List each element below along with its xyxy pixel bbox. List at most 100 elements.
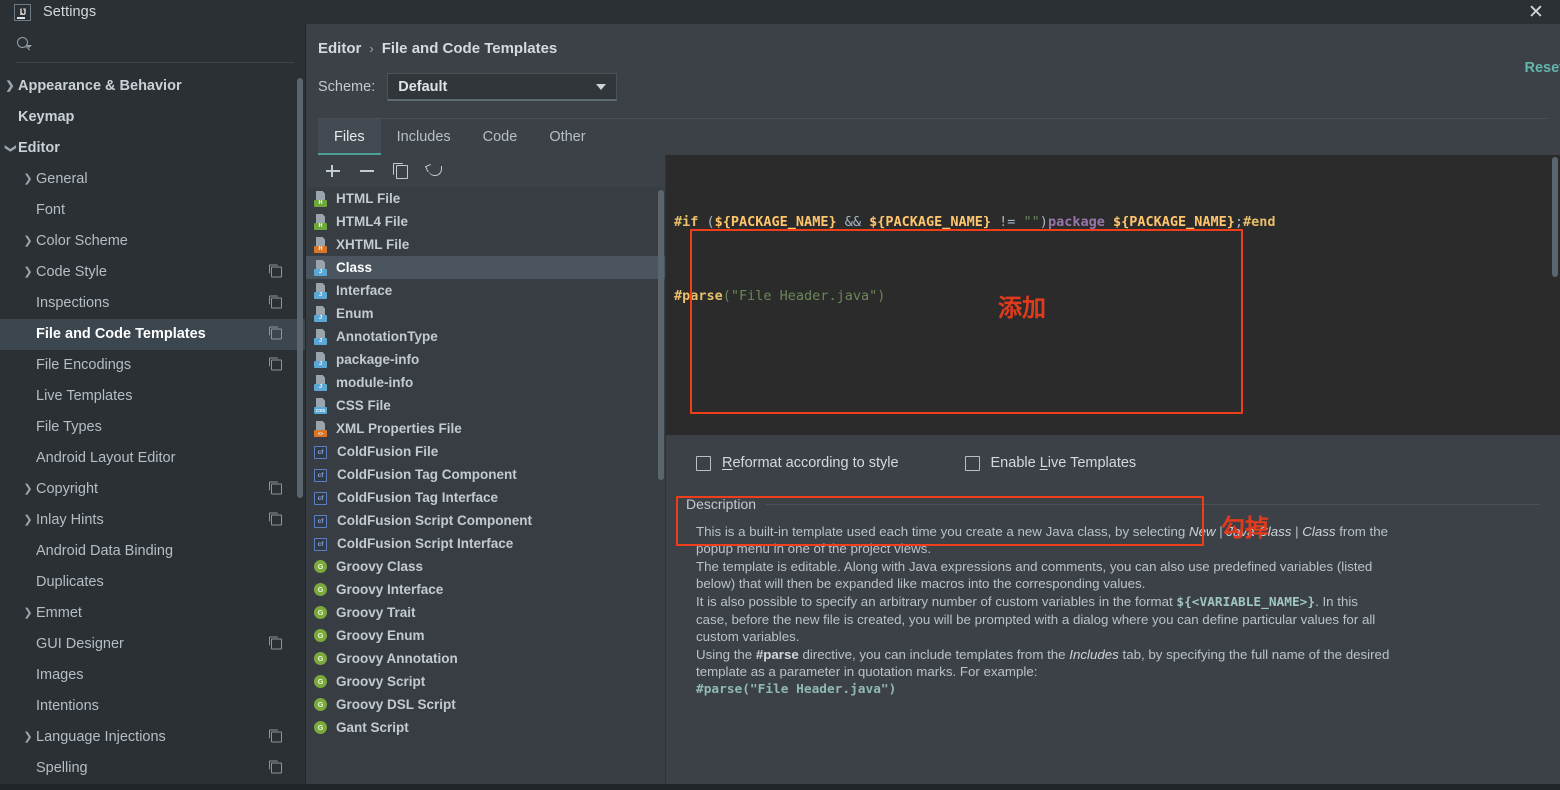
copy-settings-icon (269, 760, 282, 774)
template-list-item[interactable]: <> XML Properties File (306, 417, 666, 440)
template-list-item[interactable]: cf ColdFusion Script Interface (306, 532, 666, 555)
sidebar-item-copyright[interactable]: ❯ Copyright (0, 474, 306, 505)
copy-settings-icon (269, 326, 282, 340)
sidebar-item-intentions[interactable]: Intentions (0, 691, 306, 722)
minus-icon[interactable] (358, 162, 376, 180)
template-list-item[interactable]: cf ColdFusion Tag Interface (306, 486, 666, 509)
sidebar-item-images[interactable]: Images (0, 660, 306, 691)
sidebar-item-android-layout-editor[interactable]: Android Layout Editor (0, 443, 306, 474)
chevron-right-icon[interactable]: ❯ (20, 514, 36, 526)
sidebar-item-font[interactable]: Font (0, 195, 306, 226)
sidebar-item-label: Font (36, 202, 66, 219)
sidebar-item-duplicates[interactable]: Duplicates (0, 567, 306, 598)
tab-includes[interactable]: Includes (381, 119, 467, 155)
reset-link[interactable]: Reset (1525, 60, 1560, 76)
live-templates-checkbox[interactable] (964, 455, 980, 471)
sidebar-item-file-types[interactable]: File Types (0, 412, 306, 443)
sidebar-item-code-style[interactable]: ❯ Code Style (0, 257, 306, 288)
template-list-item[interactable]: G Groovy Annotation (306, 647, 666, 670)
plus-icon[interactable] (324, 162, 342, 180)
copy-icon[interactable] (392, 162, 410, 180)
template-list-item[interactable]: J Interface (306, 279, 666, 302)
icon-badge: cf (314, 468, 327, 482)
template-list-item[interactable]: J Enum (306, 302, 666, 325)
template-list-item[interactable]: G Groovy Trait (306, 601, 666, 624)
sidebar-item-editor[interactable]: ❯ Editor (0, 133, 306, 164)
settings-sidebar: ❯ Appearance & Behavior Keymap ❯ Editor ❯ Gene… (0, 24, 306, 790)
sidebar-item-spelling[interactable]: Spelling (0, 753, 306, 784)
sidebar-item-gui-designer[interactable]: GUI Designer (0, 629, 306, 660)
breadcrumb-parent[interactable]: Editor (318, 40, 361, 57)
sidebar-item-keymap[interactable]: Keymap (0, 102, 306, 133)
tab-files[interactable]: Files (318, 119, 381, 155)
sidebar-item-android-data-binding[interactable]: Android Data Binding (0, 536, 306, 567)
template-list-item[interactable]: cf ColdFusion Script Component (306, 509, 666, 532)
template-list-item[interactable]: cf ColdFusion File (306, 440, 666, 463)
template-list-item[interactable]: G Groovy Script (306, 670, 666, 693)
template-list-item[interactable]: H HTML4 File (306, 210, 666, 233)
template-list-item[interactable]: H HTML File (306, 187, 666, 210)
template-options-row: Reformat according to style Enable Live … (666, 435, 1560, 491)
template-list-item[interactable]: J Class (306, 256, 666, 279)
sidebar-item-file-encodings[interactable]: File Encodings (0, 350, 306, 381)
reformat-checkbox-row[interactable]: Reformat according to style (696, 455, 899, 471)
template-code-editor[interactable]: #if (${PACKAGE_NAME} && ${PACKAGE_NAME} … (666, 155, 1560, 435)
chevron-down-icon (26, 45, 32, 48)
chevron-right-icon[interactable]: ❯ (20, 607, 36, 619)
template-list-item[interactable]: G Groovy Interface (306, 578, 666, 601)
tab-code[interactable]: Code (467, 119, 534, 155)
groovy-file-icon: G (314, 628, 329, 644)
template-list-item[interactable]: J AnnotationType (306, 325, 666, 348)
icon-badge: H (314, 222, 327, 230)
template-item-label: package-info (336, 352, 420, 367)
template-item-label: HTML4 File (336, 214, 409, 229)
sidebar-item-general[interactable]: ❯ General (0, 164, 306, 195)
template-list-item[interactable]: G Groovy Enum (306, 624, 666, 647)
sidebar-item-label: GUI Designer (36, 636, 124, 653)
copy-settings-icon (269, 295, 282, 309)
chevron-right-icon[interactable]: ❯ (20, 266, 36, 278)
template-list-item[interactable]: G Groovy DSL Script (306, 693, 666, 716)
sidebar-item-live-templates[interactable]: Live Templates (0, 381, 306, 412)
chevron-right-icon[interactable]: ❯ (20, 483, 36, 495)
reformat-checkbox[interactable] (696, 455, 711, 471)
chevron-right-icon[interactable]: ❯ (20, 173, 36, 185)
template-list-item[interactable]: G Groovy Class (306, 555, 666, 578)
coldfusion-file-icon: cf (314, 468, 329, 482)
template-list-item[interactable]: H XHTML File (306, 233, 666, 256)
tab-other[interactable]: Other (533, 119, 601, 155)
close-icon[interactable]: ✕ (1526, 3, 1546, 23)
code-scrollbar[interactable] (1552, 157, 1558, 277)
description-line-4: below) that will then be expanded like m… (696, 576, 1146, 592)
description-line-8: Using the #parse directive, you can incl… (696, 646, 1390, 662)
scheme-dropdown[interactable]: Default (387, 73, 618, 101)
template-item-label: AnnotationType (336, 329, 438, 344)
template-list-item[interactable]: Jmodule-info (306, 371, 666, 394)
chevron-down-icon[interactable]: ❯ (5, 140, 17, 156)
icon-badge: J (314, 291, 327, 299)
sidebar-item-inspections[interactable]: Inspections (0, 288, 306, 319)
sidebar-item-inlay-hints[interactable]: ❯ Inlay Hints (0, 505, 306, 536)
icon-badge: G (314, 675, 327, 688)
undo-icon[interactable] (426, 162, 444, 180)
template-list-item[interactable]: Jpackage-info (306, 348, 666, 371)
sidebar-item-file-and-code-templates[interactable]: File and Code Templates (0, 318, 306, 350)
sidebar-item-emmet[interactable]: ❯ Emmet (0, 598, 306, 629)
sidebar-item-appearance-behavior[interactable]: ❯ Appearance & Behavior (0, 71, 306, 102)
chevron-right-icon[interactable]: ❯ (20, 731, 36, 743)
live-templates-checkbox-row[interactable]: Enable Live Templates (964, 455, 1136, 471)
sidebar-scrollbar[interactable] (297, 78, 303, 498)
sidebar-item-language-injections[interactable]: ❯ Language Injections (0, 722, 306, 753)
xml-file-icon: <> (314, 421, 329, 437)
chevron-right-icon[interactable]: ❯ (2, 80, 18, 92)
template-list-scrollbar[interactable] (658, 190, 664, 480)
sidebar-item-color-scheme[interactable]: ❯ Color Scheme (0, 226, 306, 257)
sidebar-item-label: Spelling (36, 760, 88, 777)
settings-main-panel: Editor › File and Code Templates Reset S… (306, 24, 1560, 790)
icon-badge: <> (314, 429, 327, 437)
template-list-item[interactable]: CSS CSS File (306, 394, 666, 417)
template-list-item[interactable]: G Gant Script (306, 716, 666, 739)
chevron-right-icon[interactable]: ❯ (20, 235, 36, 247)
settings-search-row[interactable] (0, 24, 306, 65)
template-list-item[interactable]: cf ColdFusion Tag Component (306, 463, 666, 486)
